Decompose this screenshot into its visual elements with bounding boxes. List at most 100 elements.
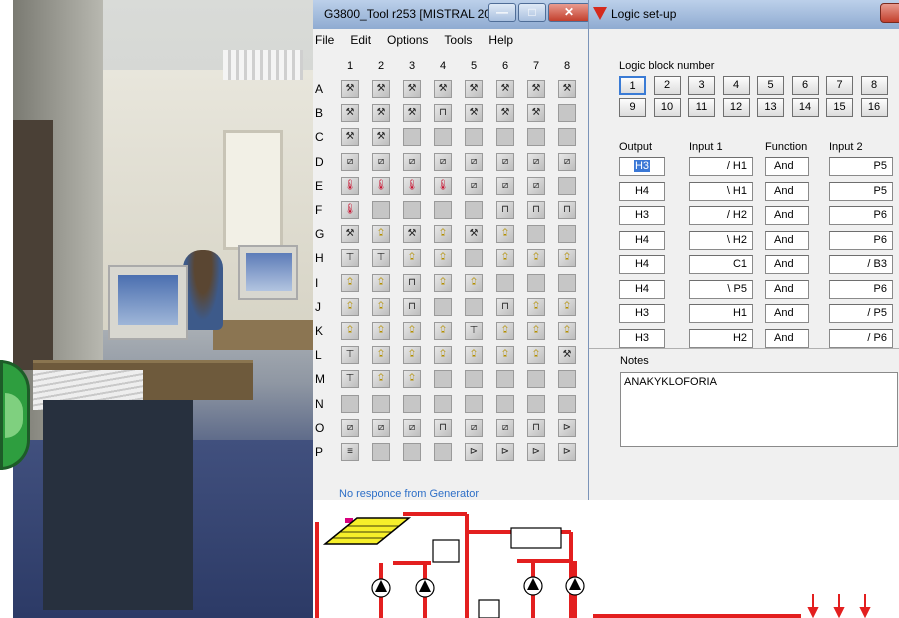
logic-row-3-function-field[interactable]: And — [765, 206, 809, 225]
grid-cell-D8[interactable]: ⧄ — [558, 152, 576, 171]
logic-row-6-input2-field[interactable]: P6 — [829, 279, 893, 299]
grid-cell-B3[interactable]: ⚒ — [403, 104, 421, 123]
grid-cell-A3[interactable]: ⚒ — [403, 80, 421, 98]
grid-cell-G8[interactable] — [558, 225, 576, 244]
grid-cell-L2[interactable]: ⮸ — [372, 346, 390, 365]
grid-cell-C1[interactable]: ⚒ — [341, 128, 359, 147]
grid-cell-G7[interactable] — [527, 225, 545, 244]
grid-cell-I2[interactable]: ⮸ — [372, 273, 390, 292]
grid-cell-K2[interactable]: ⮸ — [372, 322, 390, 340]
grid-cell-H3[interactable]: ⮸ — [403, 249, 421, 268]
logic-row-5-output-field[interactable]: H4 — [619, 255, 665, 274]
grid-cell-F4[interactable] — [434, 201, 452, 219]
grid-cell-M2[interactable]: ⮸ — [372, 370, 390, 389]
grid-cell-H8[interactable]: ⮸ — [558, 249, 576, 268]
grid-cell-J2[interactable]: ⮸ — [372, 297, 390, 316]
maximize-button[interactable]: □ — [518, 3, 546, 22]
grid-cell-A6[interactable]: ⚒ — [496, 80, 514, 98]
grid-cell-K4[interactable]: ⮸ — [434, 322, 452, 340]
grid-cell-L8[interactable]: ⚒ — [558, 346, 576, 365]
grid-cell-K5[interactable]: ⊤ — [465, 322, 483, 340]
close-button[interactable]: ✕ — [548, 3, 590, 22]
grid-cell-C3[interactable] — [403, 128, 421, 147]
grid-cell-E6[interactable]: ⧄ — [496, 176, 514, 195]
grid-cell-M6[interactable] — [496, 370, 514, 389]
grid-cell-G3[interactable]: ⚒ — [403, 225, 421, 244]
menu-tools[interactable]: Tools — [442, 33, 474, 51]
grid-cell-P7[interactable]: ⊳ — [527, 443, 545, 461]
grid-cell-K8[interactable]: ⮸ — [558, 322, 576, 340]
logic-row-8-input1-field[interactable]: H2 — [689, 328, 753, 348]
block-button-2[interactable]: 2 — [653, 76, 681, 95]
grid-cell-N3[interactable] — [403, 394, 421, 413]
grid-cell-C2[interactable]: ⚒ — [372, 128, 390, 147]
grid-cell-H2[interactable]: ⊤ — [372, 249, 390, 268]
grid-cell-P2[interactable] — [372, 443, 390, 461]
logic-row-6-input1-field[interactable]: \ P5 — [689, 279, 753, 299]
block-button-14[interactable]: 14 — [791, 98, 819, 117]
block-button-16[interactable]: 16 — [860, 98, 888, 117]
grid-cell-G4[interactable]: ⮸ — [434, 225, 452, 244]
grid-cell-F1[interactable]: 🌡 — [341, 201, 359, 219]
grid-cell-K3[interactable]: ⮸ — [403, 322, 421, 340]
grid-cell-D1[interactable]: ⧄ — [341, 152, 359, 171]
block-button-5[interactable]: 5 — [757, 76, 784, 95]
grid-cell-E3[interactable]: 🌡 — [403, 176, 421, 195]
grid-cell-E2[interactable]: 🌡 — [372, 176, 390, 195]
logic-row-8-function-field[interactable]: And — [765, 328, 809, 348]
grid-cell-G2[interactable]: ⮸ — [372, 225, 390, 244]
grid-cell-L1[interactable]: ⊤ — [341, 346, 359, 365]
logic-row-7-input1-field[interactable]: H1 — [689, 304, 753, 323]
grid-cell-B5[interactable]: ⚒ — [465, 104, 483, 123]
grid-cell-O8[interactable]: ⊳ — [558, 418, 576, 437]
grid-cell-B2[interactable]: ⚒ — [372, 104, 390, 123]
grid-cell-I8[interactable] — [558, 273, 576, 292]
grid-cell-G1[interactable]: ⚒ — [341, 225, 359, 244]
grid-cell-A2[interactable]: ⚒ — [372, 80, 390, 98]
grid-cell-N5[interactable] — [465, 394, 483, 413]
grid-cell-E5[interactable]: ⧄ — [465, 176, 483, 195]
grid-cell-N7[interactable] — [527, 394, 545, 413]
grid-cell-I6[interactable] — [496, 273, 514, 292]
logic-row-4-function-field[interactable]: And — [765, 230, 809, 250]
grid-cell-P8[interactable]: ⊳ — [558, 443, 576, 461]
grid-cell-O2[interactable]: ⧄ — [372, 418, 390, 437]
grid-cell-K7[interactable]: ⮸ — [527, 322, 545, 340]
grid-cell-N8[interactable] — [558, 394, 576, 413]
grid-cell-N2[interactable] — [372, 394, 390, 413]
grid-cell-P5[interactable]: ⊳ — [465, 443, 483, 461]
grid-cell-G5[interactable]: ⚒ — [465, 225, 483, 244]
grid-cell-C7[interactable] — [527, 128, 545, 147]
grid-cell-K1[interactable]: ⮸ — [341, 322, 359, 340]
notes-textarea[interactable]: ANAKYKLOFORIA — [620, 372, 898, 447]
grid-cell-C5[interactable] — [465, 128, 483, 147]
logic-title-bar[interactable]: Logic set-up — [589, 0, 899, 29]
logic-row-3-input1-field[interactable]: / H2 — [689, 206, 753, 225]
grid-cell-P1[interactable]: ≡ — [341, 443, 359, 461]
block-button-4[interactable]: 4 — [722, 76, 750, 95]
grid-cell-D6[interactable]: ⧄ — [496, 152, 514, 171]
grid-cell-D7[interactable]: ⧄ — [527, 152, 545, 171]
grid-cell-N1[interactable] — [341, 394, 359, 413]
grid-cell-M3[interactable]: ⮸ — [403, 370, 421, 389]
logic-row-6-function-field[interactable]: And — [765, 279, 809, 299]
logic-row-2-function-field[interactable]: And — [765, 181, 809, 201]
grid-cell-J4[interactable] — [434, 297, 452, 316]
grid-cell-L5[interactable]: ⮸ — [465, 346, 483, 365]
minimize-button[interactable]: — — [488, 3, 516, 22]
grid-cell-C4[interactable] — [434, 128, 452, 147]
block-button-12[interactable]: 12 — [722, 98, 750, 117]
grid-cell-B6[interactable]: ⚒ — [496, 104, 514, 123]
grid-cell-H1[interactable]: ⊤ — [341, 249, 359, 268]
grid-cell-O4[interactable]: ⊓ — [434, 418, 452, 437]
grid-cell-I3[interactable]: ⊓ — [403, 273, 421, 292]
grid-cell-K6[interactable]: ⮸ — [496, 322, 514, 340]
grid-cell-I7[interactable] — [527, 273, 545, 292]
logic-row-5-input1-field[interactable]: C1 — [689, 255, 753, 274]
logic-row-4-input2-field[interactable]: P6 — [829, 230, 893, 250]
grid-cell-F2[interactable] — [372, 201, 390, 219]
logic-row-7-function-field[interactable]: And — [765, 304, 809, 323]
grid-cell-J7[interactable]: ⮸ — [527, 297, 545, 316]
grid-cell-L6[interactable]: ⮸ — [496, 346, 514, 365]
logic-close-button[interactable] — [880, 3, 899, 23]
